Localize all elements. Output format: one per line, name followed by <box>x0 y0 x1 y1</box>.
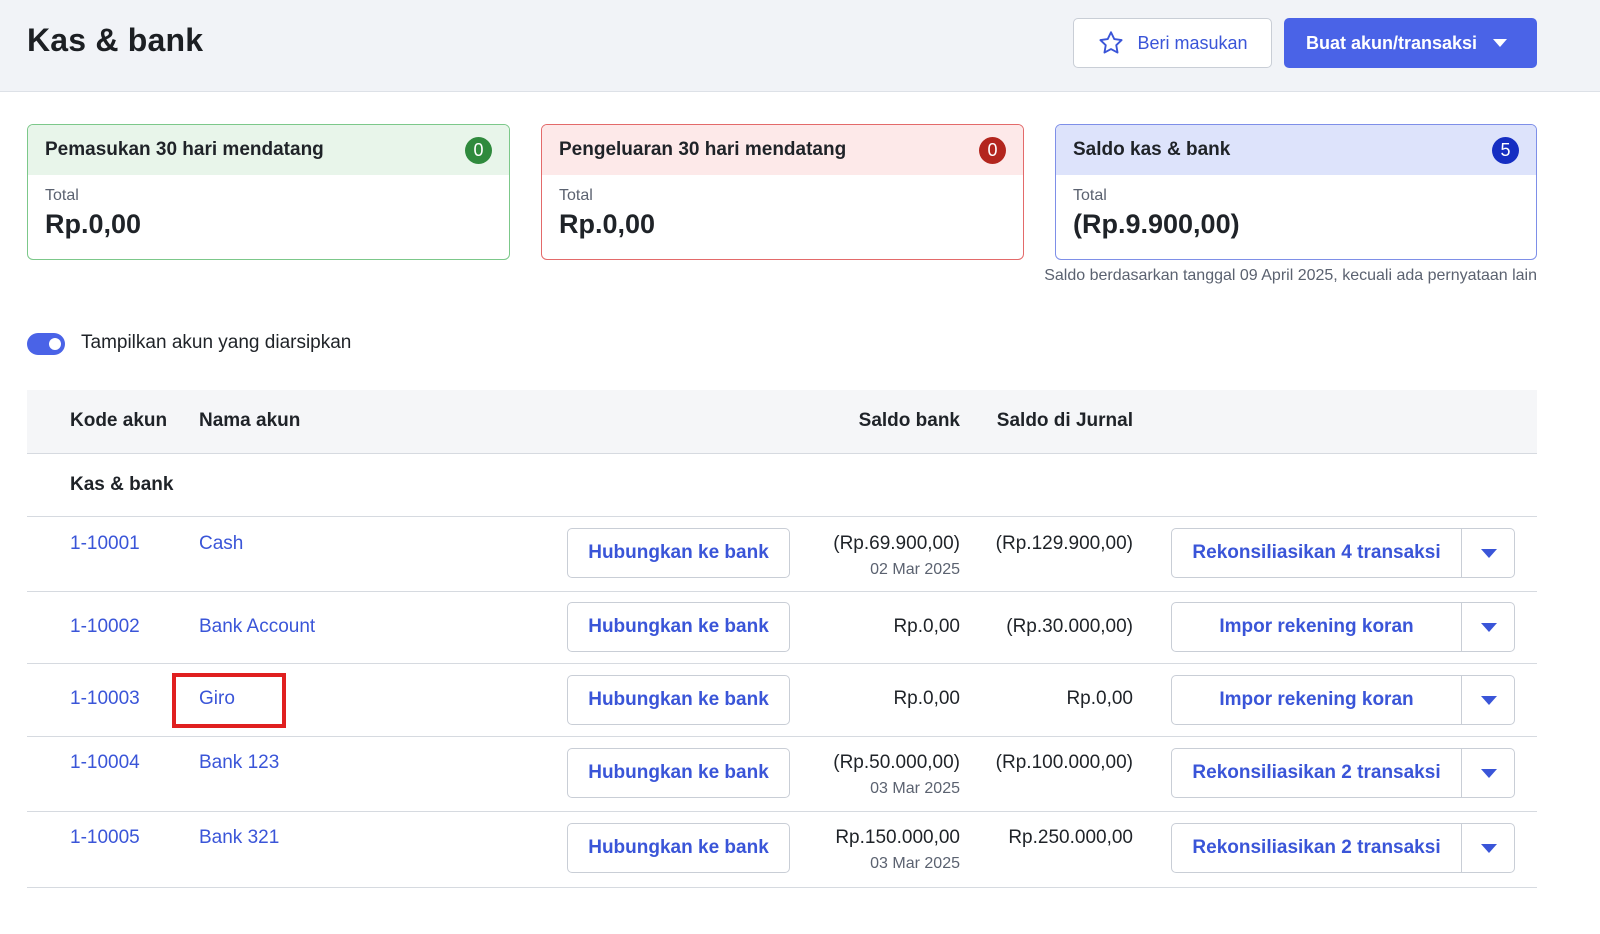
balance-total-value: (Rp.9.900,00) <box>1073 209 1240 239</box>
row-action-button[interactable]: Impor rekening koran <box>1172 603 1462 651</box>
caret-down-icon <box>1493 39 1507 47</box>
group-label: Kas & bank <box>70 474 174 495</box>
expense-card-title: Pengeluaran 30 hari mendatang <box>559 139 847 160</box>
income-card[interactable]: Pemasukan 30 hari mendatang 0 Total Rp.0… <box>27 124 510 260</box>
account-name-link[interactable]: Bank 123 <box>199 752 279 774</box>
page-title: Kas & bank <box>27 22 204 58</box>
page-header: Kas & bank Beri masukan Buat akun/transa… <box>0 0 1600 92</box>
balance-date-note: Saldo berdasarkan tanggal 09 April 2025,… <box>1044 267 1537 284</box>
connect-bank-button[interactable]: Hubungkan ke bank <box>567 528 790 578</box>
row-action-button[interactable]: Rekonsiliasikan 2 transaksi <box>1172 824 1462 872</box>
feedback-label: Beri masukan <box>1137 32 1248 53</box>
row-action-dropdown[interactable] <box>1462 676 1514 724</box>
balance-total-label: Total <box>1073 187 1107 204</box>
expense-card-header: Pengeluaran 30 hari mendatang 0 <box>542 125 1023 175</box>
balance-count-badge: 5 <box>1492 136 1519 164</box>
accounts-table: Kode akun Nama akun Saldo bank Saldo di … <box>27 390 1537 888</box>
account-code-link[interactable]: 1-10004 <box>70 752 140 774</box>
feedback-button[interactable]: Beri masukan <box>1073 18 1272 68</box>
account-code-link[interactable]: 1-10002 <box>70 616 140 638</box>
row-action-button[interactable]: Rekonsiliasikan 4 transaksi <box>1172 529 1462 577</box>
bank-balance-value: (Rp.69.900,00) <box>833 533 960 554</box>
create-label: Buat akun/transaksi <box>1306 32 1478 53</box>
row-action-dropdown[interactable] <box>1462 529 1514 577</box>
income-total-label: Total <box>45 187 79 204</box>
account-name-link[interactable]: Cash <box>199 533 243 555</box>
column-header-code: Kode akun <box>70 410 168 431</box>
row-action-split-button[interactable]: Rekonsiliasikan 2 transaksi <box>1171 823 1515 873</box>
column-header-name: Nama akun <box>199 410 301 431</box>
caret-down-icon <box>1481 696 1497 705</box>
row-action-dropdown[interactable] <box>1462 603 1514 651</box>
bank-balance-value: Rp.0,00 <box>893 616 960 637</box>
journal-balance-value: (Rp.100.000,00) <box>995 752 1133 773</box>
bank-balance-date: 02 Mar 2025 <box>870 561 960 578</box>
bank-balance-value: (Rp.50.000,00) <box>833 752 960 773</box>
account-code-link[interactable]: 1-10001 <box>70 533 140 555</box>
column-header-bank-balance: Saldo bank <box>858 410 960 431</box>
journal-balance-value: Rp.250.000,00 <box>1008 827 1133 848</box>
balance-card-title: Saldo kas & bank <box>1073 139 1231 160</box>
account-name-link[interactable]: Bank Account <box>199 616 315 638</box>
row-action-split-button[interactable]: Impor rekening koran <box>1171 602 1515 652</box>
table-row: 1-10004 Bank 123 Hubungkan ke bank (Rp.5… <box>27 737 1537 812</box>
row-action-dropdown[interactable] <box>1462 824 1514 872</box>
caret-down-icon <box>1481 623 1497 632</box>
balance-card-header: Saldo kas & bank 5 <box>1056 125 1536 175</box>
row-action-split-button[interactable]: Impor rekening koran <box>1171 675 1515 725</box>
table-row: 1-10005 Bank 321 Hubungkan ke bank Rp.15… <box>27 812 1537 888</box>
create-account-transaction-button[interactable]: Buat akun/transaksi <box>1284 18 1537 68</box>
table-row: 1-10001 Cash Hubungkan ke bank (Rp.69.90… <box>27 517 1537 592</box>
expense-card[interactable]: Pengeluaran 30 hari mendatang 0 Total Rp… <box>541 124 1024 260</box>
row-action-split-button[interactable]: Rekonsiliasikan 2 transaksi <box>1171 748 1515 798</box>
bank-balance-date: 03 Mar 2025 <box>870 855 960 872</box>
row-action-dropdown[interactable] <box>1462 749 1514 797</box>
caret-down-icon <box>1481 844 1497 853</box>
income-card-header: Pemasukan 30 hari mendatang 0 <box>28 125 509 175</box>
income-count-badge: 0 <box>465 136 492 164</box>
show-archived-label: Tampilkan akun yang diarsipkan <box>81 332 352 353</box>
expense-total-label: Total <box>559 187 593 204</box>
column-header-journal-balance: Saldo di Jurnal <box>996 410 1133 431</box>
journal-balance-value: Rp.0,00 <box>1066 688 1133 709</box>
bank-balance-date: 03 Mar 2025 <box>870 780 960 797</box>
show-archived-toggle[interactable] <box>27 333 65 355</box>
table-row: 1-10002 Bank Account Hubungkan ke bank R… <box>27 592 1537 664</box>
group-row-kas-bank: Kas & bank <box>27 454 1537 517</box>
table-row: 1-10003 Giro Hubungkan ke bank Rp.0,00 R… <box>27 664 1537 737</box>
account-code-link[interactable]: 1-10003 <box>70 688 140 710</box>
income-card-title: Pemasukan 30 hari mendatang <box>45 139 324 160</box>
bank-balance-value: Rp.150.000,00 <box>835 827 960 848</box>
balance-card[interactable]: Saldo kas & bank 5 Total (Rp.9.900,00) <box>1055 124 1537 260</box>
account-name-link[interactable]: Bank 321 <box>199 827 279 849</box>
journal-balance-value: (Rp.129.900,00) <box>995 533 1133 554</box>
journal-balance-value: (Rp.30.000,00) <box>1006 616 1133 637</box>
connect-bank-button[interactable]: Hubungkan ke bank <box>567 675 790 725</box>
table-header: Kode akun Nama akun Saldo bank Saldo di … <box>27 390 1537 454</box>
row-action-split-button[interactable]: Rekonsiliasikan 4 transaksi <box>1171 528 1515 578</box>
row-action-button[interactable]: Rekonsiliasikan 2 transaksi <box>1172 749 1462 797</box>
expense-count-badge: 0 <box>979 136 1006 164</box>
toggle-knob <box>49 338 61 350</box>
caret-down-icon <box>1481 769 1497 778</box>
connect-bank-button[interactable]: Hubungkan ke bank <box>567 748 790 798</box>
income-total-value: Rp.0,00 <box>45 209 142 239</box>
bank-balance-value: Rp.0,00 <box>893 688 960 709</box>
expense-total-value: Rp.0,00 <box>559 209 656 239</box>
account-code-link[interactable]: 1-10005 <box>70 827 140 849</box>
highlight-annotation <box>172 673 286 728</box>
caret-down-icon <box>1481 549 1497 558</box>
row-action-button[interactable]: Impor rekening koran <box>1172 676 1462 724</box>
connect-bank-button[interactable]: Hubungkan ke bank <box>567 602 790 652</box>
connect-bank-button[interactable]: Hubungkan ke bank <box>567 823 790 873</box>
star-icon <box>1099 31 1124 54</box>
